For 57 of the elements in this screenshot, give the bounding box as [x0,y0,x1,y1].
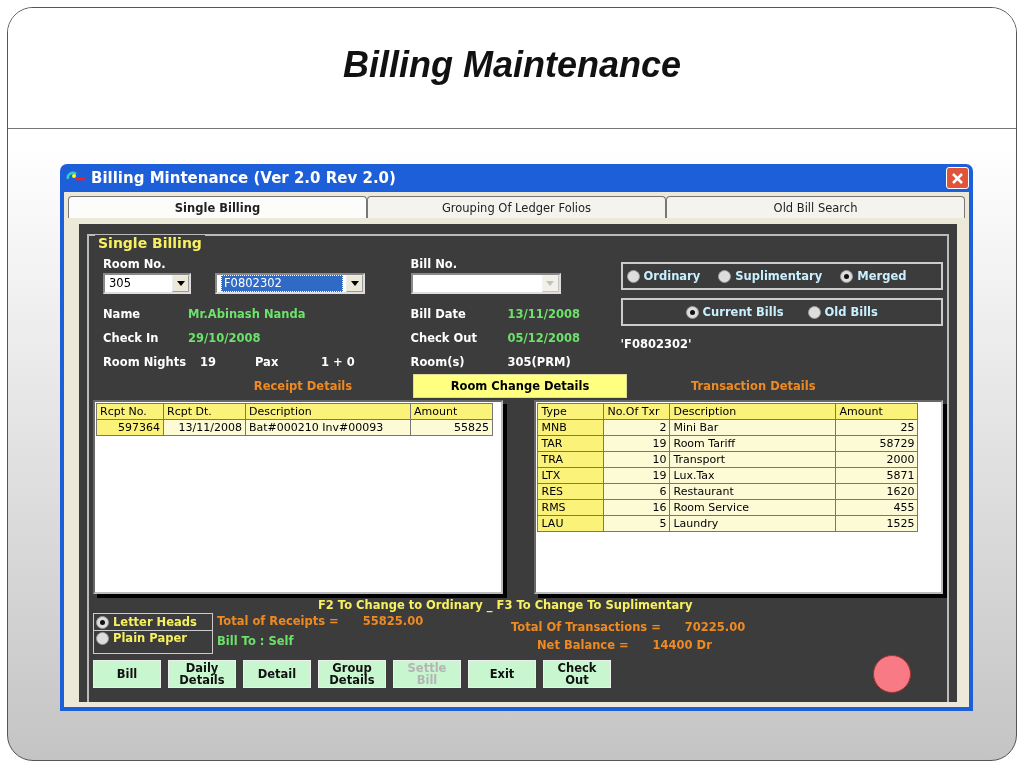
radio-button[interactable]: Letter Heads [94,614,212,631]
tab[interactable]: Old Bill Search [666,196,965,218]
column-header: Amount [410,403,493,420]
window-title: Billing Mintenance (Ver 2.0 Rev 2.0) [91,167,396,189]
total-label: Total of Receipts = [217,613,339,631]
field-label: Name [103,305,142,323]
balance-label: Net Balance = [537,636,629,654]
hint-text: F2 To Change to Ordinary _ F3 To Change To Suplimentary [318,597,694,614]
field-value: 19 [200,353,217,371]
action-button[interactable]: Bill [93,659,161,688]
field-label: Bill No. [410,256,459,274]
column-header: Type [538,403,604,420]
column-header: Rcpt Dt. [163,403,246,420]
tab[interactable]: Single Billing [68,196,367,218]
section-title: Transaction Details [691,377,816,395]
room-change-button[interactable]: Room Change Details [413,374,627,399]
field-label: Check Out [410,329,478,347]
room-dropdown[interactable]: 305 [103,273,191,295]
field-value: 13/11/2008 [507,305,580,323]
field-value: 29/10/2008 [188,329,261,347]
field-label: Room Nights [103,353,187,371]
group-title: Single Billing [95,235,205,251]
action-button[interactable]: Exit [468,659,536,688]
bill-to-text: Bill To : Self [217,632,295,650]
action-button[interactable]: Detail [243,659,311,688]
field-value: 305(PRM) [507,353,571,371]
slide-title: Billing Maintenance [342,43,681,88]
field-label: Pax [255,353,280,371]
tab[interactable]: Grouping Of Ledger Folios [367,196,666,218]
action-button[interactable]: Check Out [543,659,611,688]
field-label: Check In [103,329,160,347]
radio-button[interactable]: Merged [840,267,907,285]
total-value: 70225.00 [684,619,746,637]
action-button[interactable]: Daily Details [168,659,236,688]
total-value: 55825.00 [362,613,424,631]
column-header: Amount [836,403,918,420]
action-button[interactable]: Group Details [318,659,386,688]
field-value: 05/12/2008 [507,329,580,347]
column-header: Description [245,403,411,420]
field-value: Mr.Abinash Nanda [188,305,306,323]
radio-button[interactable]: Current Bills [685,303,784,321]
column-header: Rcpt No. [96,403,164,420]
folio-dropdown[interactable]: F0802302 [215,273,365,295]
radio-button[interactable]: Ordinary [626,267,701,285]
folio-text: 'F0802302' [620,336,693,354]
field-label: Bill Date [410,305,467,323]
radio-button[interactable]: Plain Paper [94,630,212,647]
radio-button[interactable]: Suplimentary [718,267,823,285]
field-label: Room(s) [410,353,466,371]
balance-value: 14400 Dr [652,636,712,654]
field-label: Room No. [103,256,167,274]
total-label: Total Of Transactions = [511,619,661,637]
field-value: 1 + 0 [321,353,355,371]
column-header: No.Of Txr [604,403,670,420]
section-title: Receipt Details [252,377,354,395]
radio-button[interactable]: Old Bills [807,303,878,321]
column-header: Description [670,403,836,420]
